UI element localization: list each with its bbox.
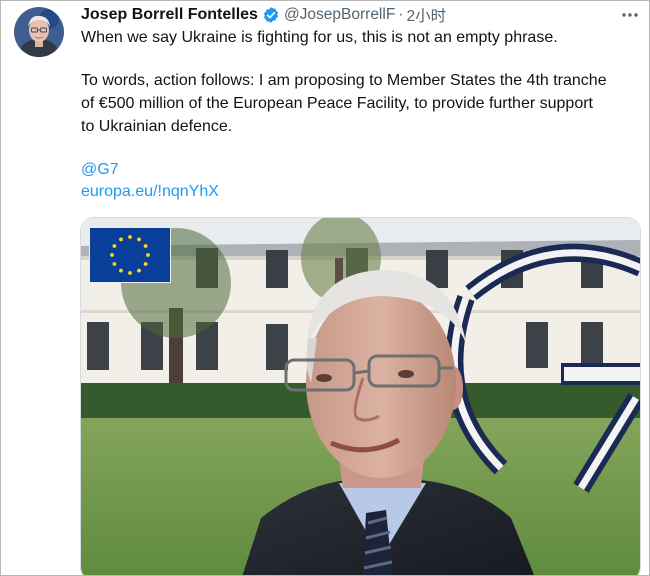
verified-badge-icon: [262, 6, 280, 24]
more-options-icon[interactable]: [619, 7, 641, 23]
tweet-text-line: When we say Ukraine is fighting for us, …: [81, 29, 558, 46]
tweet-text-line: to Ukrainian defence.: [81, 118, 233, 135]
avatar-photo: [14, 7, 64, 57]
author-name[interactable]: Josep Borrell Fontelles: [81, 6, 258, 24]
mention-link[interactable]: @G7: [81, 159, 119, 181]
tweet-header: Josep Borrell Fontelles @JosepBorrellF ·…: [81, 5, 446, 25]
tweet-text-line: of €500 million of the European Peace Fa…: [81, 95, 593, 112]
tweet-card: Josep Borrell Fontelles @JosepBorrellF ·…: [0, 0, 650, 576]
url-link[interactable]: europa.eu/!nqnYhX: [81, 181, 219, 203]
tweet-video[interactable]: [80, 217, 641, 575]
author-avatar[interactable]: [14, 7, 64, 57]
author-handle[interactable]: @JosepBorrellF: [284, 6, 395, 24]
meta-separator: ·: [398, 6, 404, 23]
tweet-timestamp[interactable]: 2小时: [406, 4, 446, 26]
eu-flag-logo: [89, 227, 171, 283]
tweet-text-line: To words, action follows: I am proposing…: [81, 72, 607, 89]
